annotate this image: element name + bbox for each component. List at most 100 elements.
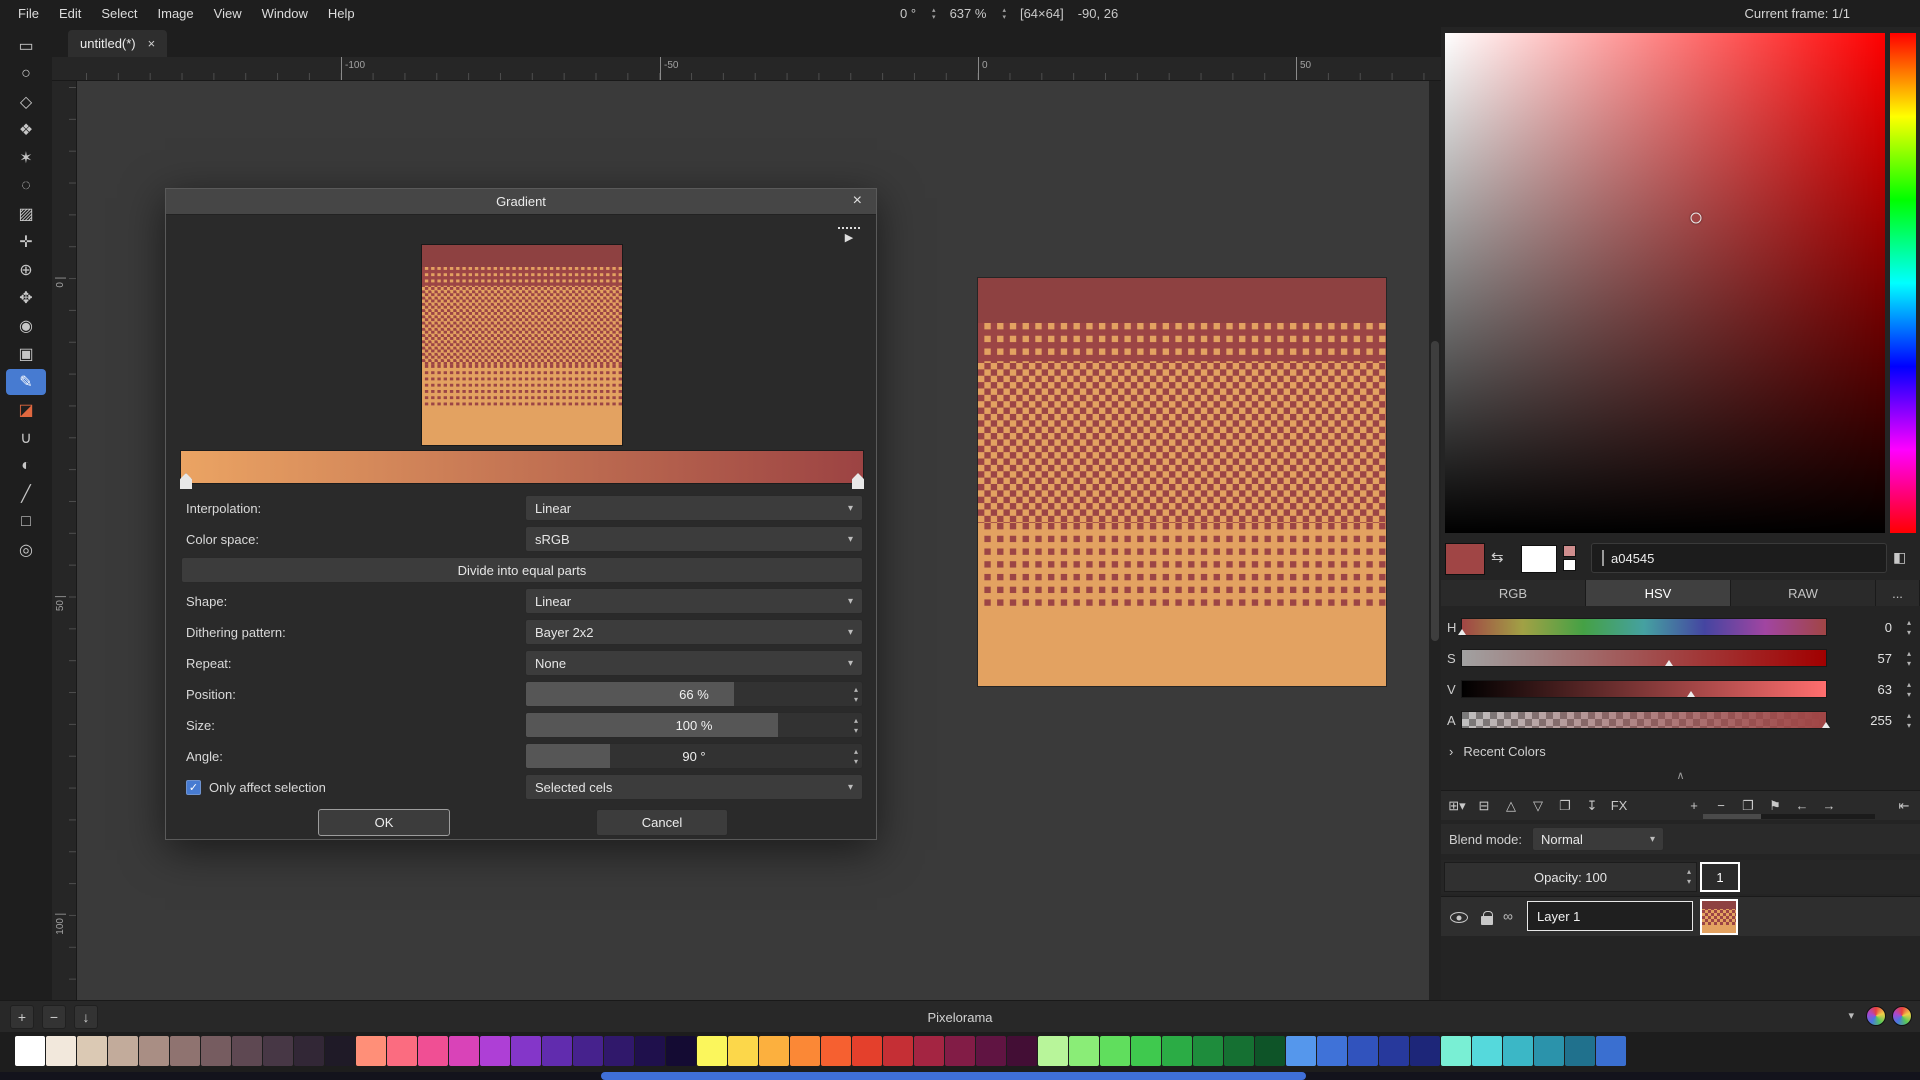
clone-layer-button[interactable]: ❐	[1553, 795, 1577, 817]
menu-edit[interactable]: Edit	[49, 3, 91, 24]
open-palette-icon[interactable]	[1866, 1006, 1886, 1026]
color-space-dropdown[interactable]: sRGB ▾	[525, 526, 863, 552]
size-spinner[interactable]: ▴▾	[854, 716, 858, 736]
palette-swatch[interactable]	[1534, 1036, 1564, 1066]
canvas[interactable]	[978, 278, 1386, 686]
slider-spinner[interactable]: ▴▾	[1907, 649, 1911, 669]
hex-color-input[interactable]: a04545	[1591, 543, 1887, 573]
hsv-picker-square[interactable]	[1445, 33, 1885, 533]
scrollbar-thumb[interactable]	[1431, 341, 1439, 641]
palette-swatch[interactable]	[139, 1036, 169, 1066]
edit-palette-icon[interactable]	[1892, 1006, 1912, 1026]
palette-swatch[interactable]	[356, 1036, 386, 1066]
shading-tool[interactable]: ◐	[6, 453, 46, 479]
palette-swatch[interactable]	[604, 1036, 634, 1066]
palette-remove-button[interactable]: −	[42, 1005, 66, 1029]
palette-swatch[interactable]	[1441, 1036, 1471, 1066]
link-cels-icon[interactable]: ∞	[1503, 908, 1513, 924]
slider-cursor[interactable]	[1687, 691, 1695, 697]
only-affect-selection-checkbox[interactable]: ✓	[186, 780, 201, 795]
size-spinbox[interactable]: 100 % ▴▾	[525, 712, 863, 738]
color-select-tool[interactable]: ❖	[6, 117, 46, 143]
close-icon[interactable]: ×	[148, 36, 156, 51]
ellipse-tool[interactable]: ◎	[6, 537, 46, 563]
line-tool[interactable]: ╱	[6, 481, 46, 507]
gradient-stop-left[interactable]	[180, 473, 192, 489]
palette-swatch[interactable]	[976, 1036, 1006, 1066]
menu-image[interactable]: Image	[148, 3, 204, 24]
palette-swatch[interactable]	[914, 1036, 944, 1066]
palette-swatch[interactable]	[1286, 1036, 1316, 1066]
palette-swatch[interactable]	[46, 1036, 76, 1066]
palette-swatch[interactable]	[449, 1036, 479, 1066]
layer-visibility-icon[interactable]	[1450, 912, 1468, 923]
palette-swatch[interactable]	[1100, 1036, 1130, 1066]
angle-spinner[interactable]: ▴▾	[854, 747, 858, 767]
color-tab-rgb[interactable]: RGB	[1441, 580, 1586, 606]
palette-scrollbar[interactable]	[601, 1072, 1306, 1080]
zoom-spinner[interactable]: ▴▾	[1002, 7, 1006, 21]
palette-swatch[interactable]	[1255, 1036, 1285, 1066]
palette-swatch[interactable]	[1503, 1036, 1533, 1066]
default-colors-icon[interactable]	[1563, 545, 1576, 571]
ellipse-select-tool[interactable]: ○	[6, 61, 46, 87]
ok-button[interactable]: OK	[318, 809, 450, 836]
eraser-tool[interactable]: ◪	[6, 397, 46, 423]
timeline-scrollbar[interactable]	[1703, 814, 1875, 819]
palette-swatch[interactable]	[1410, 1036, 1440, 1066]
blend-mode-dropdown[interactable]: Normal ▾	[1532, 827, 1664, 851]
cel-thumbnail[interactable]	[1700, 899, 1738, 935]
palette-swatch[interactable]	[1162, 1036, 1192, 1066]
palette-swatch[interactable]	[1224, 1036, 1254, 1066]
rectangle-select-tool[interactable]: ▭	[6, 33, 46, 59]
move-layer-down-button[interactable]: ▽	[1526, 795, 1550, 817]
color-tab-raw[interactable]: RAW	[1731, 580, 1876, 606]
paint-select-tool[interactable]: ▨	[6, 201, 46, 227]
first-frame-button[interactable]: ⇤	[1892, 795, 1916, 817]
bucket-tool[interactable]: ∪	[6, 425, 46, 451]
repeat-dropdown[interactable]: None ▾	[525, 650, 863, 676]
shape-dropdown[interactable]: Linear ▾	[525, 588, 863, 614]
document-tab[interactable]: untitled(*) ×	[68, 30, 167, 57]
lasso-tool[interactable]: ◌	[6, 173, 46, 199]
palette-swatch[interactable]	[15, 1036, 45, 1066]
palette-swatch[interactable]	[480, 1036, 510, 1066]
menu-help[interactable]: Help	[318, 3, 365, 24]
pencil-tool[interactable]: ✎	[6, 369, 46, 395]
menu-window[interactable]: Window	[252, 3, 318, 24]
divide-equal-parts-button[interactable]: Divide into equal parts	[181, 557, 863, 583]
palette-swatch[interactable]	[852, 1036, 882, 1066]
palette-swatch[interactable]	[1193, 1036, 1223, 1066]
palette-swatch[interactable]	[294, 1036, 324, 1066]
hue-strip[interactable]	[1890, 33, 1916, 533]
dialog-title-bar[interactable]: Gradient ×	[166, 189, 876, 215]
color-tab-more[interactable]: ...	[1876, 580, 1920, 606]
palette-swatch[interactable]	[1317, 1036, 1347, 1066]
slider-track[interactable]	[1461, 618, 1827, 636]
primary-color-swatch[interactable]	[1445, 543, 1485, 575]
palette-swatch[interactable]	[418, 1036, 448, 1066]
opacity-spinbox[interactable]: Opacity: 100 ▴▾	[1444, 862, 1697, 892]
magic-wand-tool[interactable]: ✶	[6, 145, 46, 171]
color-picker-tool[interactable]: ◉	[6, 313, 46, 339]
recent-colors-section[interactable]: › Recent Colors	[1449, 744, 1546, 759]
zoom-tool[interactable]: ⊕	[6, 257, 46, 283]
menu-file[interactable]: File	[8, 3, 49, 24]
color-options-icon[interactable]: ◧	[1893, 549, 1906, 566]
slider-track[interactable]	[1461, 680, 1827, 698]
palette-swatch[interactable]	[511, 1036, 541, 1066]
swap-colors-icon[interactable]: ⇆	[1491, 548, 1504, 566]
palette-swatch[interactable]	[883, 1036, 913, 1066]
palette-swatch[interactable]	[170, 1036, 200, 1066]
palette-swatch[interactable]	[1007, 1036, 1037, 1066]
panel-collapse-icon[interactable]: ∧	[1441, 769, 1920, 782]
palette-swatch[interactable]	[387, 1036, 417, 1066]
palette-swatch[interactable]	[821, 1036, 851, 1066]
palette-swatch[interactable]	[201, 1036, 231, 1066]
secondary-color-swatch[interactable]	[1521, 545, 1557, 573]
layer-fx-button[interactable]: FX	[1607, 795, 1631, 817]
cancel-button[interactable]: Cancel	[596, 809, 728, 836]
angle-spinbox[interactable]: 90 ° ▴▾	[525, 743, 863, 769]
palette-swatch[interactable]	[1348, 1036, 1378, 1066]
palette-swatch[interactable]	[1038, 1036, 1068, 1066]
